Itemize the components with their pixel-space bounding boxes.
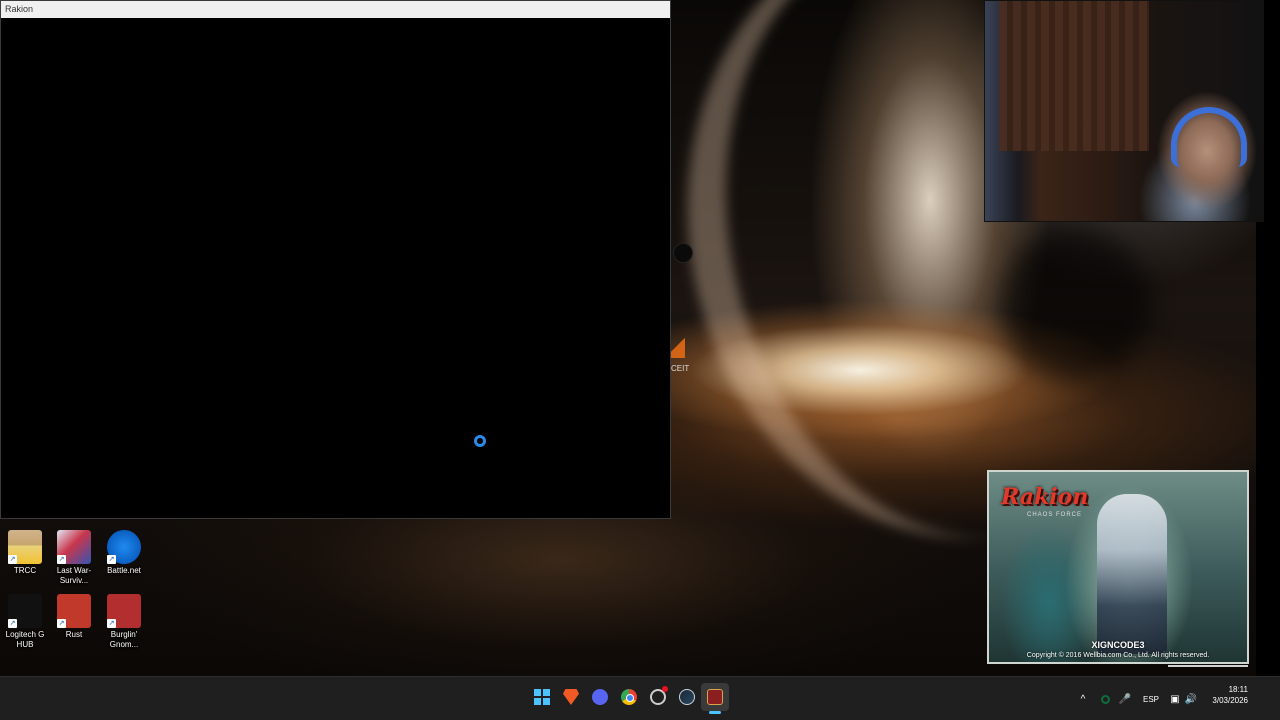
splash-progress-bar bbox=[1168, 665, 1248, 667]
battlenet-icon: ↗ bbox=[107, 530, 141, 564]
show-hidden-icons-chevron-icon[interactable]: ^ bbox=[1076, 677, 1090, 720]
rakion-game-window[interactable]: Rakion bbox=[0, 0, 671, 519]
shortcut-arrow-icon: ↗ bbox=[8, 555, 17, 564]
desktop-icon-trcc[interactable]: ↗ TRCC bbox=[0, 530, 50, 592]
headset-icon bbox=[1171, 107, 1247, 167]
desktop-icon-logitech-g-hub[interactable]: ↗ Logitech G HUB bbox=[0, 594, 50, 656]
splash-character-art bbox=[1097, 494, 1167, 654]
rakion-logo-subtitle: CHAOS FORCE bbox=[1027, 512, 1083, 518]
logitech-g-hub-icon: ↗ bbox=[8, 594, 42, 628]
active-app-indicator bbox=[709, 711, 721, 714]
shortcut-arrow-icon: ↗ bbox=[107, 619, 116, 628]
xigncode-label: XIGNCODE3 bbox=[1091, 640, 1145, 650]
taskbar-discord[interactable] bbox=[586, 683, 614, 711]
game-viewport[interactable] bbox=[1, 18, 670, 518]
desktop-icon-partial[interactable]: CEIT bbox=[671, 334, 689, 374]
splash-copyright: Copyright © 2016 Wellbia.com Co., Ltd. A… bbox=[1026, 652, 1210, 659]
rakion-logo: Rakion bbox=[1001, 484, 1089, 510]
chrome-icon bbox=[621, 689, 637, 705]
taskbar: ^ 🎤 ESP ▣ 🔊 18:11 3/03/2026 bbox=[0, 676, 1280, 720]
webcam-overlay bbox=[984, 0, 1264, 222]
language-indicator[interactable]: ESP bbox=[1140, 677, 1162, 720]
windows-start-icon bbox=[534, 689, 550, 705]
burglin-gnomes-icon: ↗ bbox=[107, 594, 141, 628]
partial-icon-label: CEIT bbox=[671, 364, 690, 373]
notification-dot bbox=[662, 686, 668, 692]
microphone-icon[interactable]: 🎤 bbox=[1118, 677, 1132, 720]
discord-icon bbox=[592, 689, 608, 705]
desktop-icon-burglin-gnomes[interactable]: ↗ Burglin' Gnom... bbox=[99, 594, 149, 656]
taskbar-app[interactable] bbox=[644, 683, 672, 711]
trcc-icon: ↗ bbox=[8, 530, 42, 564]
desktop-icon-label: Battle.net bbox=[107, 566, 141, 575]
rakion-splash-screen: Rakion CHAOS FORCE XIGNCODE3 Copyright ©… bbox=[987, 470, 1249, 664]
rakion-icon bbox=[707, 689, 723, 705]
clock-time: 18:11 bbox=[1228, 685, 1248, 694]
tray-app-icon[interactable] bbox=[1098, 677, 1112, 720]
rust-icon: ↗ bbox=[57, 594, 91, 628]
steam-icon bbox=[679, 689, 695, 705]
desktop-icon-label: Logitech G HUB bbox=[5, 630, 45, 649]
partial-app-icon bbox=[671, 338, 685, 358]
volume-icon[interactable]: 🔊 bbox=[1184, 677, 1198, 720]
start-button[interactable] bbox=[528, 683, 556, 711]
window-titlebar[interactable]: Rakion bbox=[1, 1, 670, 18]
cursor-shadow bbox=[673, 243, 693, 263]
clock[interactable]: 18:11 3/03/2026 bbox=[1204, 684, 1248, 706]
taskbar-chrome[interactable] bbox=[615, 683, 643, 711]
last-war-icon: ↗ bbox=[57, 530, 91, 564]
network-icon[interactable]: ▣ bbox=[1168, 677, 1182, 720]
shortcut-arrow-icon: ↗ bbox=[107, 555, 116, 564]
clock-date: 3/03/2026 bbox=[1212, 696, 1248, 705]
desktop-icon-label: Rust bbox=[65, 630, 83, 639]
desktop-icon-label: Burglin' Gnom... bbox=[109, 630, 139, 649]
desktop-icon-last-war[interactable]: ↗ Last War-Surviv... bbox=[49, 530, 99, 592]
desktop-icon-rust[interactable]: ↗ Rust bbox=[49, 594, 99, 656]
brave-icon bbox=[563, 689, 579, 705]
taskbar-steam[interactable] bbox=[673, 683, 701, 711]
desktop-icon-label: TRCC bbox=[13, 566, 37, 575]
loading-spinner-icon bbox=[474, 435, 486, 447]
taskbar-rakion[interactable] bbox=[701, 683, 729, 714]
desktop-icon-label: Last War-Surviv... bbox=[56, 566, 92, 585]
shortcut-arrow-icon: ↗ bbox=[57, 619, 66, 628]
desktop-icon-battlenet[interactable]: ↗ Battle.net bbox=[99, 530, 149, 592]
green-ring-icon bbox=[1100, 694, 1110, 704]
shortcut-arrow-icon: ↗ bbox=[57, 555, 66, 564]
webcam-background-curtain bbox=[999, 1, 1149, 151]
taskbar-brave[interactable] bbox=[557, 683, 585, 711]
shortcut-arrow-icon: ↗ bbox=[8, 619, 17, 628]
wallpaper-black-hole bbox=[1000, 230, 1150, 380]
